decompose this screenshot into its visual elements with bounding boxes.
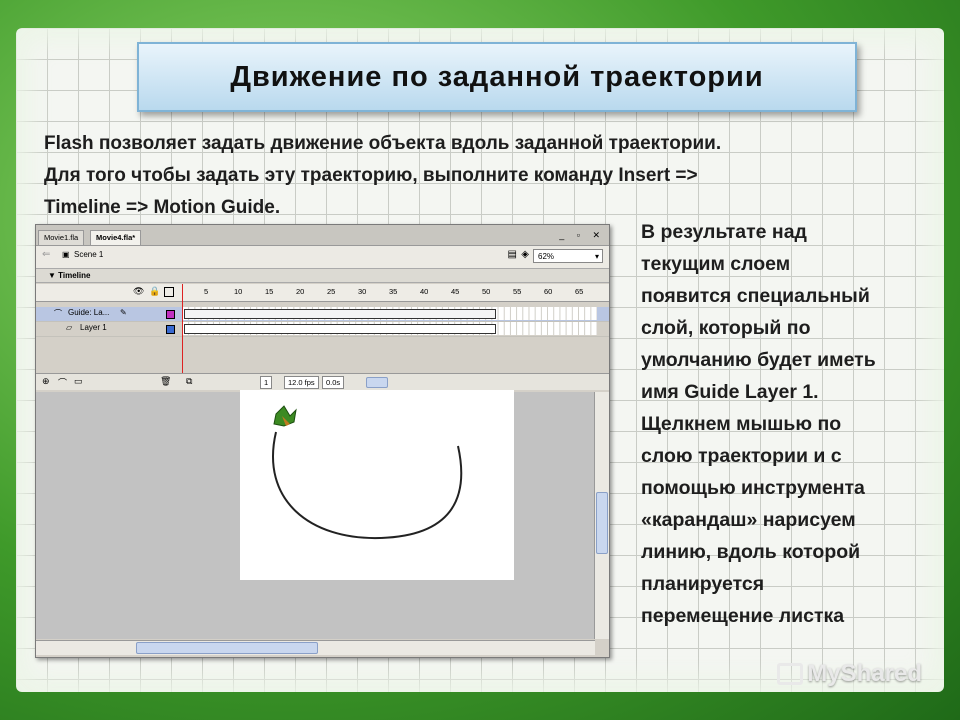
intro-text: Flash позволяет задать движение объекта … xyxy=(44,128,884,224)
vertical-scroll-thumb[interactable] xyxy=(596,492,608,554)
current-frame: 1 xyxy=(260,376,273,389)
side-line: В результате над xyxy=(641,221,807,243)
side-text: В результате над текущим слоем появится … xyxy=(641,216,941,632)
tab-movie4[interactable]: Movie4.fla* xyxy=(90,230,142,245)
edit-scene-icon[interactable]: ▤ xyxy=(508,249,517,260)
side-line: имя Guide Layer 1. xyxy=(641,381,819,403)
slide-title: Движение по заданной траектории xyxy=(230,60,764,93)
ruler-number: 45 xyxy=(451,287,460,296)
stage-area xyxy=(36,390,594,639)
edit-symbol-icon[interactable]: ◈ xyxy=(521,249,529,260)
side-line: планируется xyxy=(641,573,765,595)
zoom-select[interactable]: 62% ▾ xyxy=(533,249,603,263)
outline-icon[interactable] xyxy=(164,287,174,297)
elapsed-time: 0.0s xyxy=(322,376,345,389)
ruler-number: 55 xyxy=(513,287,522,296)
guide-frames[interactable] xyxy=(182,307,597,320)
side-line: слою траектории и с xyxy=(641,445,842,467)
tab-movie1[interactable]: Movie1.fla xyxy=(38,230,85,245)
layer-name[interactable]: Layer 1 xyxy=(80,323,107,332)
timeline-label: Timeline xyxy=(58,271,91,280)
timeline-scroll-thumb[interactable] xyxy=(366,377,388,388)
motion-guide-path xyxy=(272,405,463,540)
add-layer-icon[interactable]: ⊕ xyxy=(42,376,50,387)
side-line: Щелкнем мышью по xyxy=(641,413,842,435)
ruler-number: 60 xyxy=(544,287,553,296)
ruler-number: 20 xyxy=(296,287,305,296)
side-line: слой, который по xyxy=(641,317,811,339)
onion-skin-icon[interactable]: ⧉ xyxy=(186,376,192,387)
scene-bar: ⇐ ▣ Scene 1 ▤ ◈ 62% ▾ xyxy=(36,246,609,269)
frame-span xyxy=(184,309,496,319)
window-controls[interactable]: _ ▫ ✕ xyxy=(559,230,605,241)
side-line: линию, вдоль которой xyxy=(641,541,861,563)
document-tabs: Movie1.fla Movie4.fla* _ ▫ ✕ xyxy=(36,225,609,246)
layer-row-guide[interactable]: ⌒ Guide: La... ✎ xyxy=(36,307,609,322)
stage-canvas[interactable] xyxy=(240,390,514,580)
scene-label[interactable]: Scene 1 xyxy=(74,250,103,259)
title-box: Движение по заданной траектории xyxy=(137,42,857,112)
ruler-number: 65 xyxy=(575,287,584,296)
side-line: перемещение листка xyxy=(641,605,845,627)
lock-icon[interactable]: 🔒 xyxy=(149,286,160,297)
add-folder-icon[interactable]: ▭ xyxy=(74,376,83,387)
eye-icon[interactable]: 👁 xyxy=(133,286,144,297)
frame-rate: 12.0 fps xyxy=(284,376,319,389)
horizontal-scrollbar[interactable] xyxy=(36,640,595,655)
ruler-number: 30 xyxy=(358,287,367,296)
playhead[interactable] xyxy=(182,284,183,374)
side-line: появится специальный xyxy=(641,285,870,307)
horizontal-scroll-thumb[interactable] xyxy=(136,642,318,654)
ruler-number: 5 xyxy=(204,287,209,296)
side-line: «карандаш» нарисуем xyxy=(641,509,856,531)
timeline-footer: ⊕ ⌒ ▭ 🗑 ⧉ 1 12.0 fps 0.0s xyxy=(36,373,609,390)
watermark-logo: MyShared xyxy=(777,660,922,688)
tween-span xyxy=(184,324,496,334)
intro-line: Flash позволяет задать движение объекта … xyxy=(44,133,722,154)
back-arrow-icon[interactable]: ⇐ xyxy=(42,249,50,260)
ruler-number: 50 xyxy=(482,287,491,296)
layer-color-swatch[interactable] xyxy=(166,310,175,319)
guide-layer-icon: ⌒ xyxy=(54,309,62,318)
logo-icon xyxy=(777,663,804,685)
side-line: умолчанию будет иметь xyxy=(641,349,876,371)
layer-name[interactable]: Guide: La... xyxy=(68,308,109,317)
ruler-number: 25 xyxy=(327,287,336,296)
vertical-scrollbar[interactable] xyxy=(594,392,609,639)
ruler-number: 40 xyxy=(420,287,429,296)
ruler-number: 10 xyxy=(234,287,243,296)
side-line: текущим слоем xyxy=(641,253,791,275)
layer1-frames[interactable] xyxy=(182,322,597,335)
layer-icon: ▱ xyxy=(66,323,73,332)
layer-row-layer1[interactable]: ▱ Layer 1 xyxy=(36,322,609,337)
ruler-number: 15 xyxy=(265,287,274,296)
flash-window-screenshot: Movie1.fla Movie4.fla* _ ▫ ✕ ⇐ ▣ Scene 1… xyxy=(35,224,610,658)
ruler-number: 35 xyxy=(389,287,398,296)
watermark-text: MyShared xyxy=(807,660,922,687)
frame-ruler: 👁 🔒 5 10 15 20 25 30 35 40 45 50 55 60 6… xyxy=(36,284,609,302)
trash-icon[interactable]: 🗑 xyxy=(160,376,171,387)
chevron-down-icon: ▾ xyxy=(594,252,599,261)
timeline-header[interactable]: ▼ Timeline xyxy=(36,269,609,283)
scene-icon: ▣ xyxy=(62,250,70,259)
leaf-icon xyxy=(273,405,297,427)
pencil-icon: ✎ xyxy=(120,308,127,317)
layer-color-swatch[interactable] xyxy=(166,325,175,334)
zoom-value: 62% xyxy=(538,252,555,261)
add-guide-icon[interactable]: ⌒ xyxy=(58,376,67,389)
side-line: помощью инструмента xyxy=(641,477,865,499)
intro-line: Для того чтобы задать эту траекторию, вы… xyxy=(44,165,698,186)
